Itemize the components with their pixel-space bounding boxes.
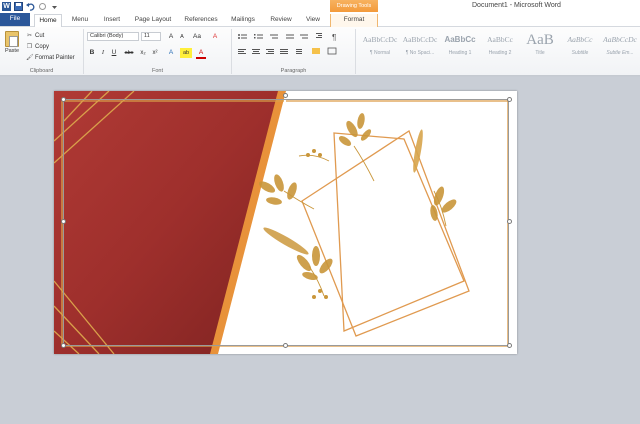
tab-view[interactable]: View [300,14,326,27]
copy-label: Copy [35,44,50,50]
document-page[interactable] [54,91,517,354]
tab-file[interactable]: File [0,13,30,26]
document-title: Document1 - Microsoft Word [472,2,561,9]
resize-handle-top-middle[interactable] [283,93,288,98]
style-sample: AaBbCcDc [603,35,637,44]
tab-page-layout[interactable]: Page Layout [130,14,176,27]
scissors-icon: ✂ [26,32,33,39]
resize-handle-top-left[interactable] [61,97,66,102]
cut-button[interactable]: ✂ Cut [26,32,44,40]
italic-button[interactable]: I [98,48,108,58]
styles-gallery: AaBbCcDc ¶ Normal AaBbCcDc ¶ No Spaci...… [360,30,638,61]
style-name: Heading 2 [488,50,512,56]
svg-text:¶: ¶ [332,33,336,42]
resize-handle-middle-left[interactable] [61,219,66,224]
style-sample: AaBbCc [567,35,593,44]
ribbon-tabs: File Home Menu Insert Page Layout Refere… [0,12,640,28]
brush-icon: 🖌 [26,54,34,61]
clear-formatting-icon[interactable]: A [210,32,220,42]
ribbon-home: Paste ✂ Cut ❐ Copy 🖌 Format Painter Clip… [0,27,640,76]
tab-review[interactable]: Review [266,14,296,27]
style-no-spacing[interactable]: AaBbCcDc ¶ No Spaci... [400,30,440,61]
word-logo-icon[interactable]: W [2,1,11,11]
text-effects-button[interactable]: A [166,48,176,58]
highlight-button[interactable]: ab [180,48,192,58]
bold-button[interactable]: B [87,48,97,58]
underline-button[interactable]: U [109,48,119,58]
style-name: Title [535,50,545,56]
tab-mailings[interactable]: Mailings [226,14,260,27]
change-case-icon[interactable]: Aa [192,32,202,42]
clipboard-group-label: Clipboard [29,68,54,74]
resize-handle-middle-right[interactable] [507,219,512,224]
tab-home[interactable]: Home [34,14,62,28]
clipboard-group: Paste ✂ Cut ❐ Copy 🖌 Format Painter Clip… [0,29,84,74]
style-subtle-emphasis[interactable]: AaBbCcDc Subtle Em... [600,30,640,61]
customize-qat-icon[interactable] [50,2,59,11]
resize-handle-bottom-left[interactable] [61,343,66,348]
style-sample: AaBbCcDc [362,35,398,44]
paragraph-group-label: Paragraph [280,68,307,74]
grow-font-icon[interactable]: A [166,32,176,42]
copy-icon: ❐ [26,43,33,50]
tab-references[interactable]: References [180,14,222,27]
resize-handle-top-right[interactable] [507,97,512,102]
style-sample: AaBbCc [444,35,476,44]
style-heading-2[interactable]: AaBbCc Heading 2 [480,30,520,61]
quick-access-toolbar: W [2,1,59,11]
paragraph-buttons-icon[interactable]: ¶ [236,32,354,62]
tab-insert[interactable]: Insert [98,14,126,27]
font-size-combo[interactable]: 11 [141,32,161,41]
style-name: ¶ No Spaci... [405,50,435,56]
redo-icon[interactable] [38,2,47,11]
paste-icon [5,31,19,47]
copy-button[interactable]: ❐ Copy [26,43,49,51]
drawing-tools-context-header: Drawing Tools [330,0,378,12]
style-name: Subtitle [571,50,589,56]
paste-label: Paste [4,48,20,54]
paste-button[interactable]: Paste [3,30,21,64]
save-icon[interactable] [14,1,23,11]
paragraph-group: ¶ Paragraph [232,29,356,74]
style-name: Subtle Em... [606,50,634,56]
format-painter-label: Format Painter [35,55,75,61]
strikethrough-button[interactable]: abc [122,48,136,58]
tab-menu[interactable]: Menu [66,14,94,27]
card-design-image[interactable] [54,91,517,354]
style-name: Heading 1 [448,50,472,56]
style-sample: AaB [526,32,554,48]
style-heading-1[interactable]: AaBbCc Heading 1 [440,30,480,61]
font-group: Calibri (Body) 11 A A Aa A B I U abc x₂ … [84,29,232,74]
style-title[interactable]: AaB Title [520,30,560,61]
cut-label: Cut [35,33,45,39]
resize-handle-bottom-right[interactable] [507,343,512,348]
style-sample: AaBbCc [487,35,513,44]
subscript-button[interactable]: x₂ [138,48,148,58]
style-subtitle[interactable]: AaBbCc Subtitle [560,30,600,61]
title-bar: W Drawing Tools Document1 - Microsoft Wo… [0,0,640,12]
shrink-font-icon[interactable]: A [177,32,187,42]
font-name-combo[interactable]: Calibri (Body) [87,32,139,41]
style-sample: AaBbCcDc [402,35,438,44]
format-painter-button[interactable]: 🖌 Format Painter [26,54,75,62]
superscript-button[interactable]: x² [150,48,160,58]
tab-format[interactable]: Format [330,14,378,27]
undo-icon[interactable] [26,2,35,11]
style-normal[interactable]: AaBbCcDc ¶ Normal [360,30,400,61]
resize-handle-bottom-middle[interactable] [283,343,288,348]
style-name: ¶ Normal [369,50,391,56]
font-group-label: Font [151,68,163,74]
font-color-button[interactable]: A [196,48,206,59]
